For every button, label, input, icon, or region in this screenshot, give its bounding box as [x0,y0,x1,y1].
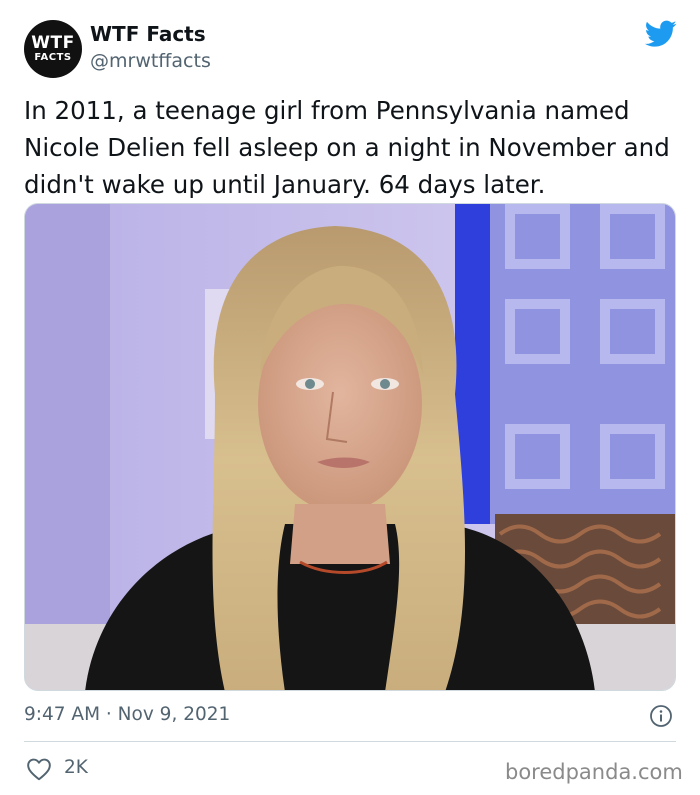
info-icon[interactable] [649,704,673,728]
twitter-bird-icon[interactable] [645,20,677,48]
tweet-card: WTF FACTS WTF Facts @mrwtffacts In 2011,… [0,0,700,795]
tweet-timestamp[interactable]: 9:47 AM · Nov 9, 2021 [24,704,230,725]
avatar[interactable]: WTF FACTS [24,20,82,78]
divider [24,741,676,742]
author-display-name[interactable]: WTF Facts [90,22,206,46]
like-count: 2K [64,757,88,778]
avatar-text-bottom: FACTS [34,52,72,63]
avatar-text-top: WTF [31,33,75,53]
tweet-text: In 2011, a teenage girl from Pennsylvani… [24,96,670,199]
tweet-photo[interactable] [24,203,676,691]
author-handle[interactable]: @mrwtffacts [90,50,211,72]
heart-icon[interactable] [26,757,52,781]
watermark: boredpanda.com [505,760,683,784]
